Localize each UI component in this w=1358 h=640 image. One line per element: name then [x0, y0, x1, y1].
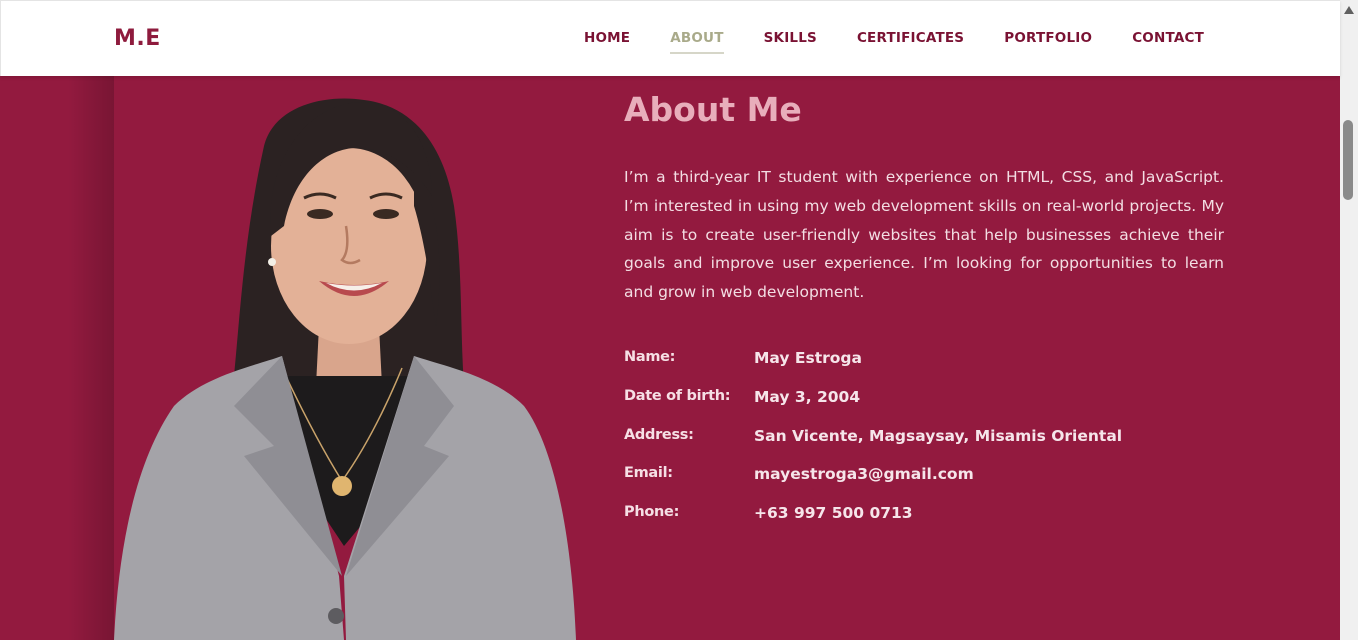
- profile-photo: [114, 98, 576, 640]
- info-value[interactable]: +63 997 500 0713: [754, 504, 913, 522]
- info-row-address: Address: San Vicente, Magsaysay, Misamis…: [624, 427, 1224, 466]
- info-row-dob: Date of birth: May 3, 2004: [624, 388, 1224, 427]
- personal-info: Name: May Estroga Date of birth: May 3, …: [624, 349, 1224, 543]
- info-label: Phone:: [624, 504, 680, 521]
- info-label: Name:: [624, 348, 676, 365]
- nav-skills[interactable]: SKILLS: [764, 30, 817, 54]
- scroll-thumb[interactable]: [1343, 120, 1353, 200]
- about-section: About Me I’m a third-year IT student wit…: [0, 76, 1340, 640]
- main-nav: HOME ABOUT SKILLS CERTIFICATES PORTFOLIO…: [544, 30, 1204, 54]
- about-content: About Me I’m a third-year IT student wit…: [624, 90, 1224, 543]
- info-row-email: Email: mayestroga3@gmail.com: [624, 465, 1224, 504]
- info-value: May Estroga: [754, 348, 862, 367]
- about-title: About Me: [624, 90, 802, 129]
- info-value: San Vicente, Magsaysay, Misamis Oriental: [754, 426, 1123, 445]
- info-row-name: Name: May Estroga: [624, 349, 1224, 388]
- nav-home[interactable]: HOME: [584, 30, 630, 54]
- info-row-phone: Phone: +63 997 500 0713: [624, 504, 1224, 543]
- scrollbar[interactable]: [1340, 0, 1358, 640]
- info-value[interactable]: mayestroga3@gmail.com: [754, 465, 974, 483]
- nav-certificates[interactable]: CERTIFICATES: [857, 30, 964, 54]
- about-bio: I’m a third-year IT student with experie…: [624, 168, 1224, 302]
- info-label: Email:: [624, 465, 673, 482]
- info-label: Date of birth:: [624, 387, 731, 404]
- info-label: Address:: [624, 426, 694, 443]
- nav-portfolio[interactable]: PORTFOLIO: [1004, 30, 1092, 54]
- nav-about[interactable]: ABOUT: [670, 30, 724, 54]
- info-value: May 3, 2004: [754, 387, 861, 406]
- photo-shadow: [68, 76, 114, 640]
- navbar: M.E HOME ABOUT SKILLS CERTIFICATES PORTF…: [0, 0, 1340, 76]
- nav-contact[interactable]: CONTACT: [1132, 30, 1204, 54]
- site-logo[interactable]: M.E: [114, 26, 161, 51]
- scroll-up-arrow-icon[interactable]: [1344, 6, 1354, 14]
